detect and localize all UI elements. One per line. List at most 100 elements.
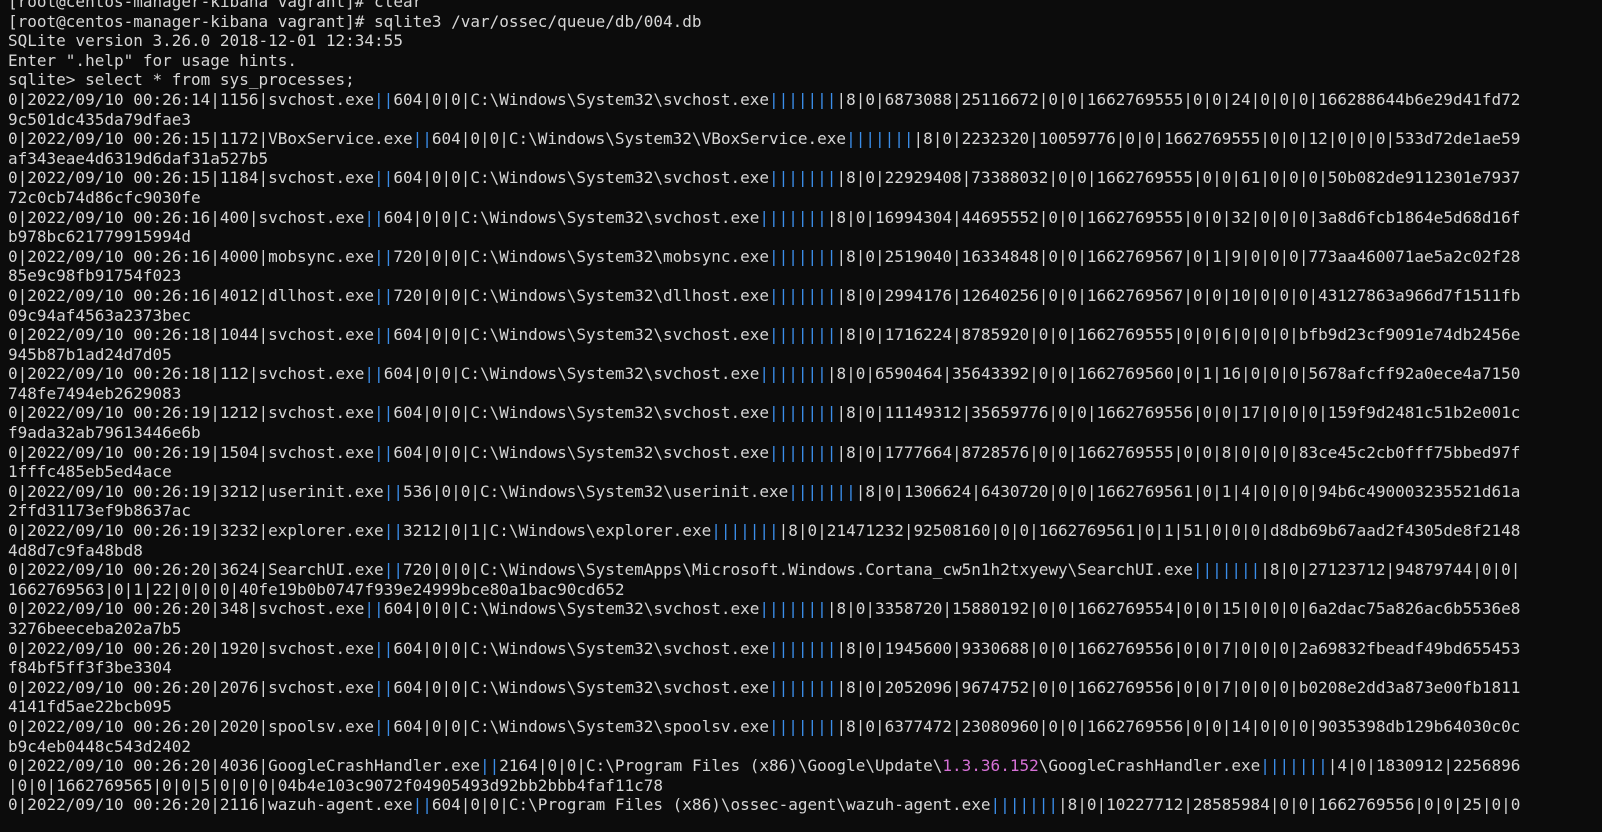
terminal-text: 2ffd31173ef9b8637ac (8, 501, 192, 521)
terminal-text: |8|0|21471232|92508160|0|0|1662769561|0|… (778, 521, 1521, 541)
terminal-text: 748fe7494eb2629083 (8, 383, 182, 403)
terminal-line: 9c501dc435da79dfae3 (8, 110, 1520, 130)
field-separator: ||||||| (769, 325, 837, 345)
terminal-line: 0|2022/09/10 00:26:15|1184|svchost.exe||… (8, 168, 1520, 188)
terminal-text: |8|0|6873088|25116672|0|0|1662769555|0|0… (836, 89, 1521, 109)
terminal-text: 604|0|0|C:\Windows\System32\svchost.exe (393, 325, 769, 345)
terminal-text: 604|0|0|C:\Windows\System32\svchost.exe (393, 168, 769, 188)
terminal-line: [root@centos-manager-kibana vagrant]# cl… (8, 0, 1520, 12)
terminal-line: 1fffc485eb5ed4ace (8, 462, 1520, 482)
terminal-text: 72c0cb74d86cfc9030fe (8, 187, 201, 207)
field-separator: ||||||| (769, 168, 837, 188)
terminal-text: 604|0|0|C:\Windows\System32\svchost.exe (383, 207, 760, 227)
terminal-text: 3212|0|1|C:\Windows\explorer.exe (402, 521, 712, 541)
terminal-text: |8|0|1945600|9330688|0|0|1662769556|0|0|… (836, 638, 1521, 658)
field-separator: || (374, 716, 394, 736)
terminal-text: 604|0|0|C:\Windows\System32\svchost.exe (393, 442, 769, 462)
terminal-text: 85e9c98fb91754f023 (8, 266, 182, 286)
terminal-text: 0|2022/09/10 00:26:20|3624|SearchUI.exe (8, 560, 384, 580)
field-separator: || (364, 364, 384, 384)
field-separator: || (412, 795, 432, 815)
terminal-text: 0|2022/09/10 00:26:20|2116|wazuh-agent.e… (8, 795, 413, 815)
terminal-text: 604|0|0|C:\Windows\System32\spoolsv.exe (393, 716, 769, 736)
terminal-text: 0|2022/09/10 00:26:20|2076|svchost.exe (8, 677, 375, 697)
terminal-line: 0|2022/09/10 00:26:19|1504|svchost.exe||… (8, 443, 1520, 463)
field-separator: || (383, 481, 403, 501)
terminal-text: 0|2022/09/10 00:26:16|4012|dllhost.exe (8, 285, 375, 305)
field-separator: || (374, 325, 394, 345)
terminal-text: 604|0|0|C:\Windows\System32\svchost.exe (383, 364, 760, 384)
terminal-line: 0|2022/09/10 00:26:19|3232|explorer.exe|… (8, 521, 1520, 541)
field-separator: ||||||| (788, 481, 856, 501)
terminal-text: |8|0|3358720|15880192|0|0|1662769554|0|0… (826, 599, 1521, 619)
terminal-text: 604|0|0|C:\Windows\System32\svchost.exe (393, 89, 769, 109)
terminal-line: 0|2022/09/10 00:26:20|2076|svchost.exe||… (8, 678, 1520, 698)
terminal-text: |4|0|1830912|2256896 (1327, 756, 1521, 776)
field-separator: ||||||| (769, 638, 837, 658)
terminal-line: 0|2022/09/10 00:26:14|1156|svchost.exe||… (8, 90, 1520, 110)
terminal-window[interactable]: [root@centos-manager-kibana vagrant]# cl… (0, 0, 1602, 832)
terminal-text: f84bf5ff3f3be3304 (8, 658, 172, 678)
terminal-line: af343eae4d6319d6daf31a527b5 (8, 149, 1520, 169)
field-separator: ||||||| (769, 716, 837, 736)
terminal-text: 9c501dc435da79dfae3 (8, 109, 192, 129)
terminal-line: 0|2022/09/10 00:26:20|4036|GoogleCrashHa… (8, 756, 1520, 776)
terminal-text: 720|0|0|C:\Windows\System32\mobsync.exe (393, 246, 769, 266)
field-separator: || (480, 756, 500, 776)
terminal-line: 1662769563|0|1|22|0|0|0|40fe19b0b0747f93… (8, 580, 1520, 600)
terminal-line: 0|2022/09/10 00:26:19|3212|userinit.exe|… (8, 482, 1520, 502)
terminal-text: 1fffc485eb5ed4ace (8, 462, 172, 482)
terminal-output: [root@centos-manager-kibana vagrant]# cl… (8, 0, 1520, 815)
terminal-line: 0|2022/09/10 00:26:16|4000|mobsync.exe||… (8, 247, 1520, 267)
field-separator: ||||||| (759, 207, 827, 227)
terminal-text: sqlite> select * from sys_processes; (8, 70, 355, 90)
field-separator: ||||||| (1192, 560, 1261, 580)
terminal-line: 0|2022/09/10 00:26:20|2020|spoolsv.exe||… (8, 717, 1520, 737)
terminal-text: |0|0|1662769565|0|0|5|0|0|0|04b4e103c907… (8, 775, 664, 795)
terminal-text: 0|2022/09/10 00:26:14|1156|svchost.exe (8, 89, 375, 109)
terminal-line: [root@centos-manager-kibana vagrant]# sq… (8, 12, 1520, 32)
terminal-line: sqlite> select * from sys_processes; (8, 70, 1520, 90)
terminal-text: |8|0|2052096|9674752|0|0|1662769556|0|0|… (836, 677, 1521, 697)
terminal-text: b9c4eb0448c543d2402 (8, 736, 192, 756)
terminal-text: |8|0|6590464|35643392|0|0|1662769560|0|1… (826, 364, 1521, 384)
terminal-line: 09c94af4563a2373bec (8, 306, 1520, 326)
terminal-text: |8|0|16994304|44695552|0|0|1662769555|0|… (826, 207, 1521, 227)
terminal-text: 0|2022/09/10 00:26:16|400|svchost.exe (8, 207, 365, 227)
terminal-text: 604|0|0|C:\Windows\System32\VBoxService.… (431, 129, 847, 149)
terminal-text: 0|2022/09/10 00:26:20|1920|svchost.exe (8, 638, 375, 658)
field-separator: || (374, 638, 394, 658)
terminal-text: 604|0|0|C:\Windows\System32\svchost.exe (383, 599, 760, 619)
terminal-line: 72c0cb74d86cfc9030fe (8, 188, 1520, 208)
terminal-text: 0|2022/09/10 00:26:19|3212|userinit.exe (8, 481, 384, 501)
terminal-line: 85e9c98fb91754f023 (8, 266, 1520, 286)
terminal-text: 0|2022/09/10 00:26:19|1212|svchost.exe (8, 403, 375, 423)
field-separator: ||||||| (769, 442, 837, 462)
terminal-line: 3276beeceba202a7b5 (8, 619, 1520, 639)
terminal-line: SQLite version 3.26.0 2018-12-01 12:34:5… (8, 31, 1520, 51)
terminal-line: 0|2022/09/10 00:26:20|348|svchost.exe||6… (8, 599, 1520, 619)
field-separator: || (374, 442, 394, 462)
terminal-line: Enter ".help" for usage hints. (8, 51, 1520, 71)
terminal-line: f84bf5ff3f3be3304 (8, 658, 1520, 678)
terminal-line: 4d8d7c9fa48bd8 (8, 541, 1520, 561)
field-separator: ||||||| (769, 403, 837, 423)
terminal-text: 09c94af4563a2373bec (8, 305, 192, 325)
terminal-text: |8|0|1716224|8785920|0|0|1662769555|0|0|… (836, 325, 1521, 345)
terminal-text: |8|0|1777664|8728576|0|0|1662769555|0|0|… (836, 442, 1521, 462)
terminal-line: 0|2022/09/10 00:26:18|1044|svchost.exe||… (8, 325, 1520, 345)
terminal-text: 604|0|0|C:\Windows\System32\svchost.exe (393, 403, 769, 423)
terminal-text: Enter ".help" for usage hints. (8, 50, 297, 70)
field-separator: || (374, 403, 394, 423)
terminal-text: 0|2022/09/10 00:26:19|1504|svchost.exe (8, 442, 375, 462)
terminal-line: 2ffd31173ef9b8637ac (8, 501, 1520, 521)
terminal-text: 536|0|0|C:\Windows\System32\userinit.exe (402, 481, 789, 501)
terminal-text: 604|0|0|C:\Windows\System32\svchost.exe (393, 677, 769, 697)
field-separator: ||||||| (846, 129, 914, 149)
terminal-text: b978bc621779915994d (8, 227, 192, 247)
terminal-text: |8|0|22929408|73388032|0|0|1662769555|0|… (836, 168, 1521, 188)
field-separator: ||||||| (759, 599, 827, 619)
field-separator: ||||||| (769, 246, 837, 266)
terminal-text: 0|2022/09/10 00:26:15|1172|VBoxService.e… (8, 129, 413, 149)
terminal-line: 0|2022/09/10 00:26:19|1212|svchost.exe||… (8, 403, 1520, 423)
